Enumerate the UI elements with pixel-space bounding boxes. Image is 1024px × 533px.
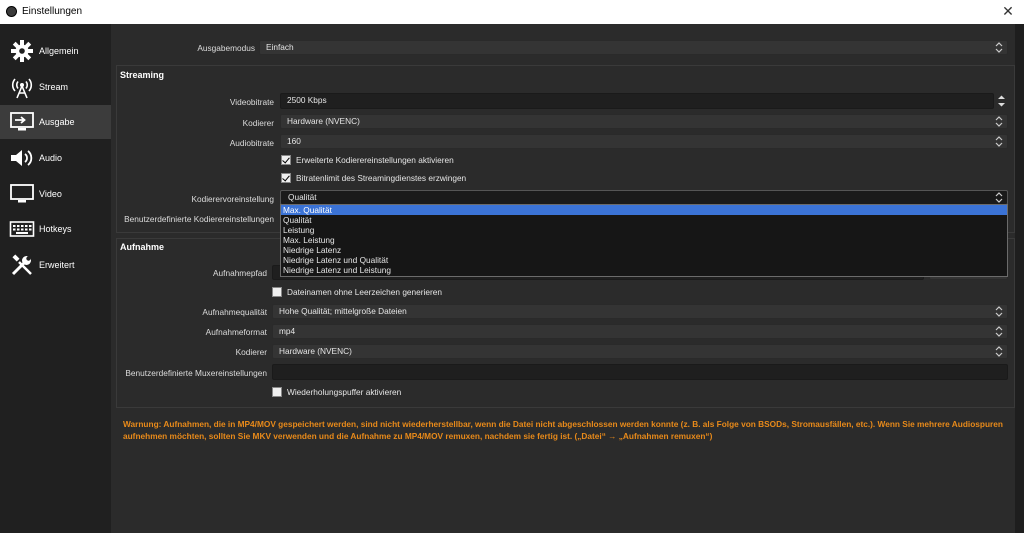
checkbox-unchecked-icon	[272, 387, 282, 397]
output-mode-select[interactable]: Einfach	[259, 40, 1008, 55]
encoder-value: Hardware (NVENC)	[287, 116, 360, 126]
broadcast-tower-icon	[9, 75, 35, 99]
streaming-group-title: Streaming	[120, 70, 165, 80]
sidebar-item-allgemein[interactable]: Allgemein	[0, 34, 111, 68]
window-edge	[1015, 24, 1024, 533]
updown-arrows-icon	[995, 191, 1003, 204]
audio-bitrate-value: 160	[287, 136, 301, 146]
audio-bitrate-select[interactable]: 160	[280, 134, 1008, 149]
dropdown-option[interactable]: Qualität	[281, 215, 1007, 225]
audio-bitrate-label: Audiobitrate	[229, 138, 274, 148]
encoder-preset-label: Kodierervoreinstellung	[191, 194, 274, 204]
sidebar-item-label: Allgemein	[39, 46, 79, 56]
monitor-icon	[9, 182, 35, 206]
recording-group-title: Aufnahme	[120, 242, 165, 252]
dropdown-option[interactable]: Max. Qualität	[281, 205, 1007, 215]
video-bitrate-value: 2500 Kbps	[287, 95, 327, 105]
checkbox-label: Dateinamen ohne Leerzeichen generieren	[287, 287, 442, 297]
checkbox-checked-icon	[281, 173, 291, 183]
window-title: Einstellungen	[22, 6, 83, 17]
updown-arrows-icon	[995, 305, 1003, 318]
keyboard-icon	[9, 217, 35, 241]
obs-logo-icon	[6, 6, 17, 17]
video-bitrate-input[interactable]: 2500 Kbps	[280, 93, 994, 109]
sidebar-item-label: Hotkeys	[39, 224, 72, 234]
sidebar-item-video[interactable]: Video	[0, 177, 111, 211]
encoder-select[interactable]: Hardware (NVENC)	[280, 114, 1008, 129]
custom-encoder-settings-label: Benutzerdefinierte Kodierereinstellungen	[124, 214, 274, 224]
sidebar-item-label: Ausgabe	[39, 117, 75, 127]
recording-quality-label: Aufnahmequalität	[202, 307, 267, 317]
recording-format-label: Aufnahmeformat	[205, 327, 267, 337]
enforce-bitrate-checkbox[interactable]: Bitratenlimit des Streamingdienstes erzw…	[281, 173, 466, 183]
recording-format-select[interactable]: mp4	[272, 324, 1008, 339]
checkbox-checked-icon	[281, 155, 291, 165]
checkbox-label: Wiederholungspuffer aktivieren	[287, 387, 402, 397]
recording-encoder-value: Hardware (NVENC)	[279, 346, 352, 356]
sidebar-item-label: Stream	[39, 82, 69, 92]
sidebar-item-audio[interactable]: Audio	[0, 141, 111, 175]
video-bitrate-label: Videobitrate	[229, 97, 274, 107]
checkbox-label: Bitratenlimit des Streamingdienstes erzw…	[296, 173, 467, 183]
recording-format-value: mp4	[279, 326, 296, 336]
dropdown-option[interactable]: Niedrige Latenz und Qualität	[281, 255, 1007, 265]
recording-path-label: Aufnahmepfad	[213, 268, 267, 278]
tools-icon	[9, 253, 35, 277]
title-bar: Einstellungen ✕	[0, 0, 1024, 24]
advanced-encoder-checkbox[interactable]: Erweiterte Kodierereinstellungen aktivie…	[281, 155, 454, 165]
custom-muxer-label: Benutzerdefinierte Muxereinstellungen	[125, 368, 267, 378]
recording-encoder-select[interactable]: Hardware (NVENC)	[272, 344, 1008, 359]
no-space-filename-checkbox[interactable]: Dateinamen ohne Leerzeichen generieren	[272, 287, 442, 297]
encoder-preset-dropdown-list: Max. Qualität Qualität Leistung Max. Lei…	[280, 204, 1008, 277]
updown-arrows-icon	[995, 115, 1003, 128]
replay-buffer-checkbox[interactable]: Wiederholungspuffer aktivieren	[272, 387, 401, 397]
recording-encoder-label: Kodierer	[235, 347, 267, 357]
dropdown-option[interactable]: Niedrige Latenz	[281, 245, 1007, 255]
checkbox-label: Erweiterte Kodierereinstellungen aktivie…	[296, 155, 454, 165]
sidebar-item-hotkeys[interactable]: Hotkeys	[0, 212, 111, 246]
updown-arrows-icon	[995, 135, 1003, 148]
mp4-warning-text: Warnung: Aufnahmen, die in MP4/MOV gespe…	[123, 419, 1003, 441]
updown-arrows-icon	[995, 41, 1003, 54]
sidebar-item-stream[interactable]: Stream	[0, 70, 111, 104]
output-monitor-icon	[9, 110, 35, 134]
sidebar-item-label: Audio	[39, 153, 63, 163]
sidebar-item-label: Video	[39, 189, 62, 199]
updown-arrows-icon	[995, 345, 1003, 358]
output-mode-label: Ausgabemodus	[197, 43, 255, 53]
output-mode-value: Einfach	[266, 42, 294, 52]
dropdown-option[interactable]: Max. Leistung	[281, 235, 1007, 245]
updown-arrows-icon	[995, 325, 1003, 338]
gear-icon	[9, 39, 35, 63]
recording-quality-value: Hohe Qualität; mittelgroße Dateien	[279, 306, 407, 316]
settings-sidebar: Allgemein Stream Ausgabe Audio Video Hot…	[0, 24, 111, 533]
custom-muxer-input[interactable]	[272, 364, 1008, 380]
spin-buttons-icon[interactable]	[995, 93, 1008, 109]
encoder-label: Kodierer	[242, 118, 274, 128]
dropdown-option[interactable]: Niedrige Latenz und Leistung	[281, 265, 1007, 275]
encoder-preset-value: Qualität	[288, 192, 317, 202]
dropdown-option[interactable]: Leistung	[281, 225, 1007, 235]
speaker-icon	[9, 146, 35, 170]
sidebar-item-erweitert[interactable]: Erweitert	[0, 248, 111, 282]
encoder-preset-select[interactable]: Qualität	[280, 190, 1008, 205]
sidebar-item-ausgabe[interactable]: Ausgabe	[0, 105, 111, 139]
close-icon[interactable]: ✕	[1000, 3, 1016, 20]
recording-quality-select[interactable]: Hohe Qualität; mittelgroße Dateien	[272, 304, 1008, 319]
checkbox-unchecked-icon	[272, 287, 282, 297]
sidebar-item-label: Erweitert	[39, 260, 75, 270]
